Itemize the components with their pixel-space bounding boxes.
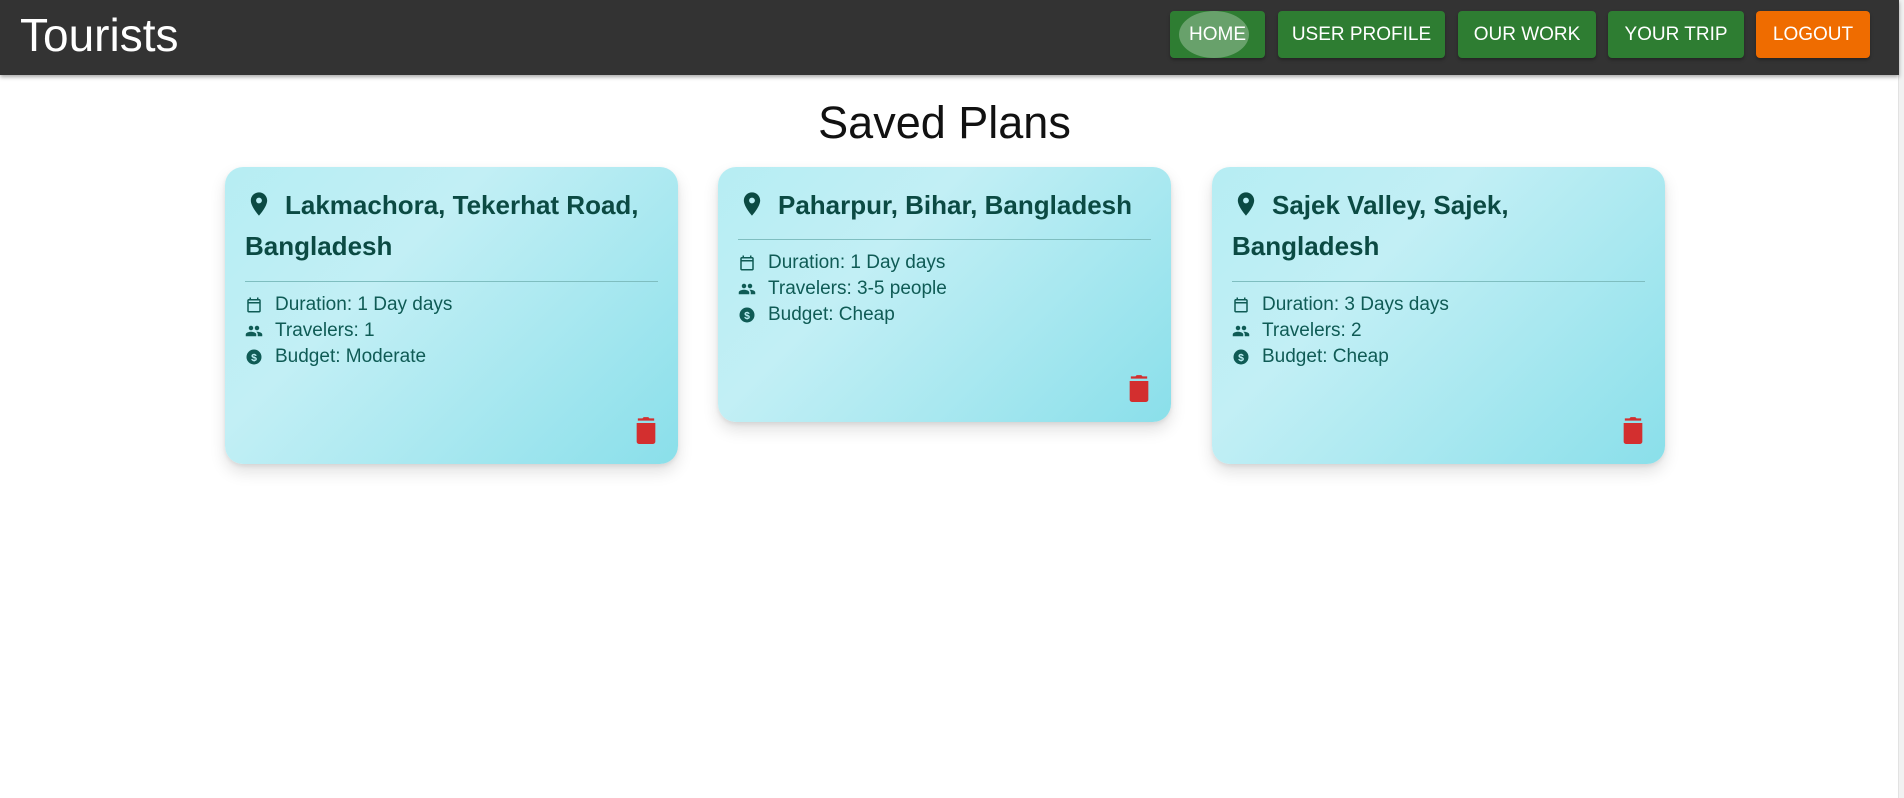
- dollar-circle-icon: $: [246, 349, 262, 365]
- dollar-circle-icon: $: [1233, 349, 1249, 365]
- app-bar: Tourists HOME USER PROFILE OUR WORK YOUR…: [0, 0, 1899, 75]
- plan-card: Sajek Valley, Sajek, Bangladesh Duration…: [1212, 167, 1665, 464]
- plan-location: Lakmachora, Tekerhat Road, Bangladesh: [245, 185, 658, 267]
- card-divider: [245, 281, 658, 282]
- people-icon: [1232, 325, 1250, 337]
- people-icon: [738, 283, 756, 295]
- plan-travelers-text: Travelers: 3-5 people: [768, 278, 947, 299]
- trash-icon[interactable]: [634, 416, 658, 444]
- svg-text:$: $: [1238, 352, 1244, 364]
- plan-travelers-text: Travelers: 2: [1262, 320, 1362, 341]
- page-title: Saved Plans: [818, 97, 1071, 148]
- plan-budget-text: Budget: Cheap: [768, 304, 895, 325]
- svg-text:$: $: [251, 352, 257, 364]
- plan-budget-text: Budget: Cheap: [1262, 346, 1389, 367]
- nav-home-label: HOME: [1189, 24, 1246, 45]
- plan-location-line2: Bangladesh: [245, 231, 393, 261]
- plan-location-line1: Paharpur, Bihar, Bangladesh: [778, 190, 1132, 220]
- plan-location-line1: Lakmachora, Tekerhat Road,: [285, 190, 639, 220]
- people-icon: [245, 325, 263, 337]
- card-divider: [738, 239, 1151, 240]
- location-pin-icon: [250, 192, 268, 216]
- nav-your-trip-label: YOUR TRIP: [1624, 24, 1728, 45]
- plan-travelers-text: Travelers: 1: [275, 320, 375, 341]
- nav-our-work-button[interactable]: OUR WORK: [1458, 11, 1596, 58]
- trash-icon[interactable]: [1621, 416, 1645, 444]
- app-title: Tourists: [20, 9, 179, 61]
- plan-location-line2: Bangladesh: [1232, 231, 1380, 261]
- logout-label: LOGOUT: [1772, 24, 1854, 45]
- plan-budget-text: Budget: Moderate: [275, 346, 427, 367]
- trash-icon[interactable]: [1127, 374, 1151, 402]
- plan-duration-text: Duration: 3 Days days: [1262, 294, 1449, 315]
- plan-card: Paharpur, Bihar, Bangladesh Duration: 1 …: [718, 167, 1171, 422]
- nav-user-profile-button[interactable]: USER PROFILE: [1278, 11, 1445, 58]
- plan-duration-text: Duration: 1 Day days: [768, 252, 946, 273]
- location-pin-icon: [1237, 192, 1255, 216]
- logout-button[interactable]: LOGOUT: [1756, 11, 1870, 58]
- plan-location-line1: Sajek Valley, Sajek,: [1272, 190, 1509, 220]
- page: Tourists HOME USER PROFILE OUR WORK YOUR…: [0, 0, 1904, 798]
- plan-location: Paharpur, Bihar, Bangladesh: [738, 185, 1151, 226]
- nav-our-work-label: OUR WORK: [1473, 24, 1581, 45]
- plan-duration-text: Duration: 1 Day days: [275, 294, 453, 315]
- nav-home-button[interactable]: HOME: [1170, 11, 1265, 58]
- page-scrollbar[interactable]: [1898, 0, 1904, 798]
- calendar-icon: [1234, 297, 1248, 313]
- nav-user-profile-label: USER PROFILE: [1291, 24, 1432, 45]
- calendar-icon: [740, 255, 754, 271]
- dollar-circle-icon: $: [739, 307, 755, 323]
- plan-card: Lakmachora, Tekerhat Road, Bangladesh Du…: [225, 167, 678, 464]
- nav-your-trip-button[interactable]: YOUR TRIP: [1608, 11, 1744, 58]
- calendar-icon: [247, 297, 261, 313]
- card-divider: [1232, 281, 1645, 282]
- location-pin-icon: [743, 192, 761, 216]
- plan-location: Sajek Valley, Sajek, Bangladesh: [1232, 185, 1645, 267]
- svg-text:$: $: [744, 310, 750, 322]
